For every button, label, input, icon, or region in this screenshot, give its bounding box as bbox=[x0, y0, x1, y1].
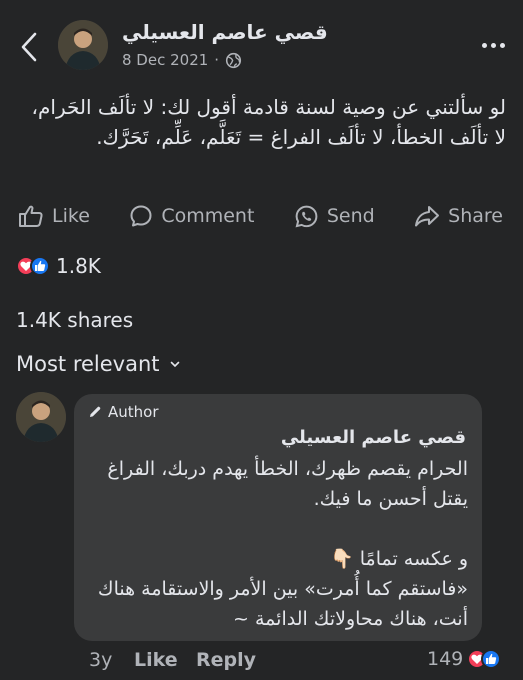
globe-icon bbox=[225, 52, 242, 68]
comment-reaction-count: 149 bbox=[427, 648, 464, 670]
comment-sort-dropdown[interactable]: Most relevant bbox=[16, 352, 180, 376]
comment-button[interactable]: Comment bbox=[129, 196, 254, 236]
post-date[interactable]: 8 Dec 2021 bbox=[122, 51, 208, 69]
send-button[interactable]: Send bbox=[294, 196, 375, 236]
send-label: Send bbox=[326, 205, 375, 227]
like-reaction-icon bbox=[481, 649, 502, 669]
comment-reply-button[interactable]: Reply bbox=[196, 649, 256, 671]
author-badge-label: Author bbox=[108, 403, 159, 421]
thumbs-up-icon bbox=[19, 205, 43, 227]
comment-like-button[interactable]: Like bbox=[134, 649, 178, 671]
reaction-icons bbox=[16, 256, 50, 276]
comment-icon bbox=[130, 205, 152, 227]
comment-text: الحرام يقصم ظهرك، الخطأ يهدم دربك، الفرا… bbox=[97, 458, 468, 630]
back-button[interactable] bbox=[14, 30, 44, 64]
more-options-button[interactable] bbox=[478, 36, 508, 54]
pencil-icon bbox=[90, 406, 101, 417]
share-button[interactable]: Share bbox=[414, 196, 503, 236]
reactions-count: 1.8K bbox=[56, 254, 101, 278]
comment-label: Comment bbox=[161, 205, 255, 227]
avatar-photo bbox=[58, 20, 108, 70]
comment-footer: 3y Like Reply 149 bbox=[0, 648, 523, 676]
whatsapp-icon bbox=[295, 205, 318, 227]
share-label: Share bbox=[448, 205, 503, 227]
chevron-left-icon bbox=[21, 32, 37, 62]
comment-age: 3y bbox=[89, 649, 113, 671]
post-text: لو سألتني عن وصية لسنة قادمة أقول لك: لا… bbox=[31, 95, 506, 149]
comment-reactions[interactable]: 149 bbox=[427, 648, 502, 670]
poster-name[interactable]: قصي عاصم العسيلي bbox=[122, 20, 328, 44]
commenter-name[interactable]: قصي عاصم العسيلي bbox=[281, 427, 466, 448]
comment-bubble[interactable]: Author قصي عاصم العسيلي الحرام يقصم ظهرك… bbox=[74, 394, 482, 641]
share-icon bbox=[415, 206, 440, 227]
avatar[interactable] bbox=[58, 20, 108, 70]
reaction-icons bbox=[467, 649, 502, 669]
action-bar: Like Comment Send Share bbox=[0, 196, 523, 236]
sort-label: Most relevant bbox=[16, 352, 160, 376]
author-badge: Author bbox=[88, 403, 159, 421]
chevron-down-icon bbox=[170, 361, 179, 367]
dot-icon bbox=[490, 42, 496, 48]
meta-separator: · bbox=[214, 51, 220, 69]
avatar-photo bbox=[16, 392, 66, 442]
reactions-summary[interactable]: 1.8K bbox=[16, 254, 101, 278]
like-label: Like bbox=[52, 205, 90, 227]
like-reaction-icon bbox=[30, 256, 50, 276]
like-button[interactable]: Like bbox=[18, 196, 90, 236]
shares-count[interactable]: 1.4K shares bbox=[16, 308, 133, 332]
dot-icon bbox=[499, 42, 505, 48]
post-meta: 8 Dec 2021 · bbox=[122, 51, 242, 69]
dot-icon bbox=[481, 42, 487, 48]
comment-avatar[interactable] bbox=[16, 392, 66, 442]
post-header: قصي عاصم العسيلي 8 Dec 2021 · bbox=[0, 0, 523, 90]
